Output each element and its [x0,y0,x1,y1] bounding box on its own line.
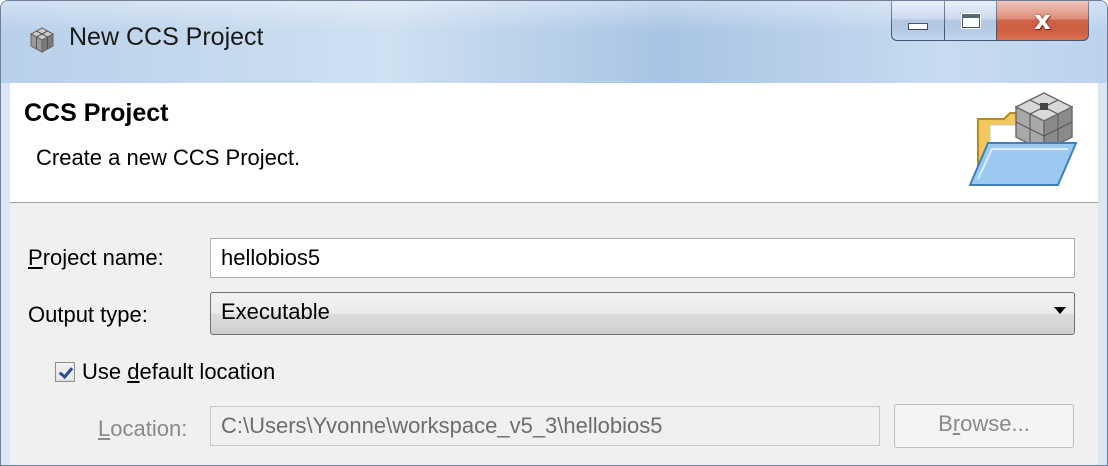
ccs-app-icon [29,27,55,53]
project-name-label: Project name: [28,245,164,271]
browse-label-pre: B [938,411,953,436]
output-type-label: Output type: [28,302,148,327]
title-bar[interactable]: New CCS Project x [1,1,1107,83]
close-icon: x [1034,5,1051,36]
project-name-label-accel: P [28,245,43,270]
location-label-accel: L [98,416,111,441]
page-title: CCS Project [24,99,169,127]
caption-buttons: x [891,1,1089,43]
maximize-icon [960,12,981,29]
output-type-select[interactable]: Executable [210,292,1075,335]
browse-button[interactable]: Browse... [894,404,1074,448]
location-input[interactable]: C:\Users\Yvonne\workspace_v5_3\hellobios… [210,406,880,446]
chevron-down-icon [1054,307,1066,314]
use-default-location-label-accel: d [127,359,140,384]
location-label: Location: [98,416,187,442]
output-type-selected-value: Executable [221,299,330,324]
project-name-label-text: roject name: [42,245,164,270]
new-ccs-project-dialog: New CCS Project x CCS Project Create a n… [0,0,1108,466]
use-default-location-label[interactable]: Use default location [82,359,275,385]
folder-cube-wizard-icon [968,92,1078,186]
minimize-button[interactable] [891,1,945,41]
checkmark-icon [58,365,72,379]
wizard-header: CCS Project Create a new CCS Project. [10,83,1098,203]
location-label-text: ocation: [110,416,188,441]
use-default-location-checkbox[interactable] [55,362,75,382]
window-title: New CCS Project [69,23,264,51]
use-default-location-label-post: efault location [139,359,276,384]
minimize-icon [908,23,928,30]
use-default-location-label-pre: Use [82,359,128,384]
project-name-input[interactable]: hellobios5 [210,238,1075,278]
close-button[interactable]: x [997,1,1089,41]
dialog-content: CCS Project Create a new CCS Project. Pr… [10,83,1098,465]
page-description: Create a new CCS Project. [36,145,301,170]
browse-label-post: owse... [960,411,1030,436]
maximize-button[interactable] [945,1,997,41]
